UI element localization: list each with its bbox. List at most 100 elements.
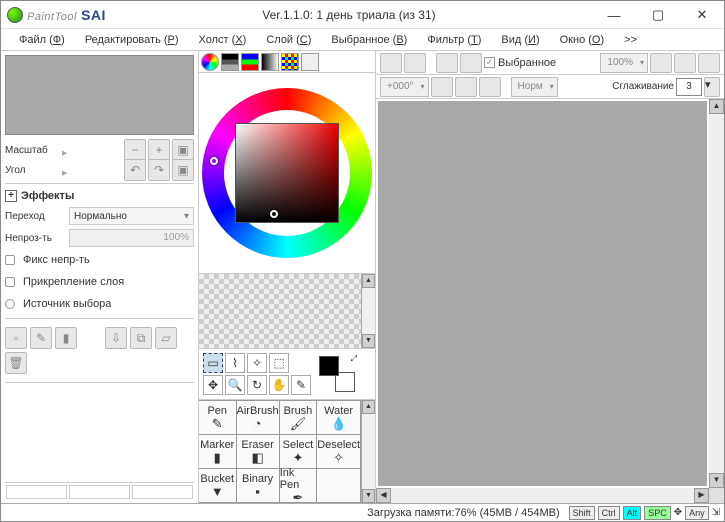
rot-reset-btn[interactable] — [479, 77, 501, 97]
ctrl-indicator: Ctrl — [598, 506, 620, 520]
sv-handle-icon[interactable] — [270, 210, 278, 218]
clip-layer-checkbox[interactable] — [5, 277, 15, 287]
canvas[interactable] — [378, 101, 707, 486]
zoom-out-button[interactable]: − — [124, 139, 146, 161]
zoom-fit-btn[interactable] — [698, 53, 720, 73]
menu-select[interactable]: Выбранное (В) — [321, 31, 417, 49]
minimize-button[interactable]: — — [592, 1, 636, 29]
zoom-reset-button[interactable]: ▣ — [172, 139, 194, 161]
brush-empty — [317, 469, 361, 503]
swap-colors-icon[interactable]: ⤢ — [351, 354, 357, 364]
select-source-radio[interactable] — [5, 299, 15, 309]
scratchpad-tab[interactable] — [301, 53, 319, 71]
layer-list[interactable] — [5, 382, 194, 483]
grayscale-tab[interactable] — [261, 53, 279, 71]
hsv-sliders-tab[interactable] — [241, 53, 259, 71]
navigator-thumbnail[interactable] — [5, 55, 194, 135]
vertical-scrollbar[interactable]: ▲▼ — [709, 99, 724, 488]
smoothing-dropdown-button[interactable]: ▾ — [704, 77, 720, 97]
brush-brush[interactable]: Brush🖌 — [280, 401, 318, 435]
smoothing-input[interactable]: 3 — [676, 78, 702, 96]
expand-icon: + — [5, 190, 17, 202]
app-title: PaintTool SAI — [27, 7, 106, 23]
rect-select-tool[interactable]: ▭ — [203, 353, 223, 373]
hue-handle-icon[interactable] — [210, 157, 218, 165]
zoom-in-button[interactable]: + — [148, 139, 170, 161]
transfer-layer-button[interactable]: ⇩ — [105, 327, 127, 349]
color-swatches[interactable]: ⤢ — [319, 356, 355, 392]
invert-select-button[interactable] — [460, 53, 482, 73]
zoom-tool[interactable]: 🔍 — [225, 375, 245, 395]
brush-bucket[interactable]: Bucket▼ — [199, 469, 237, 503]
move-tool[interactable]: ✥ — [203, 375, 223, 395]
menu-file[interactable]: Файл (Ф) — [9, 31, 75, 49]
canvas-panel: ✓Выбранное 100% +000° Норм Сглаживание 3… — [376, 51, 724, 503]
swatches-tab[interactable] — [281, 53, 299, 71]
brush-water[interactable]: Water💧 — [317, 401, 361, 435]
hand-tool[interactable]: ✋ — [269, 375, 289, 395]
deselect-button[interactable] — [436, 53, 458, 73]
rotate-ccw-button[interactable]: ↶ — [124, 159, 146, 181]
zoom-combo[interactable]: 100% — [600, 53, 648, 73]
menu-view[interactable]: Вид (И) — [491, 31, 549, 49]
zoom-out-btn[interactable] — [650, 53, 672, 73]
rotate-reset-button[interactable]: ▣ — [172, 159, 194, 181]
angle-label: Угол — [5, 165, 60, 176]
blend-mode-select[interactable]: Нормально — [69, 207, 194, 225]
foreground-color-swatch[interactable] — [319, 356, 339, 376]
brush-airbrush[interactable]: AirBrush◔ — [237, 401, 280, 435]
undo-button[interactable] — [380, 53, 402, 73]
move-selection-tool[interactable]: ⬚ — [269, 353, 289, 373]
rotation-combo[interactable]: +000° — [380, 77, 429, 97]
opacity-field[interactable]: 100% — [69, 229, 194, 247]
close-button[interactable]: ✕ — [680, 1, 724, 29]
brush-eraser[interactable]: Eraser◧ — [237, 435, 280, 469]
menu-filter[interactable]: Фильтр (Т) — [417, 31, 491, 49]
angle-indicator-icon — [62, 166, 70, 174]
eyedropper-tool[interactable]: ✎ — [291, 375, 311, 395]
new-layer-button[interactable]: ▫ — [5, 327, 27, 349]
brush-binary[interactable]: Binary▪ — [237, 469, 280, 503]
clear-layer-button[interactable]: ▱ — [155, 327, 177, 349]
scale-indicator-icon — [62, 146, 70, 154]
titlebar: PaintTool SAI Ver.1.1.0: 1 день триала (… — [1, 1, 724, 29]
menubar: Файл (Ф) Редактировать (Р) Холст (Х) Сло… — [1, 29, 724, 51]
magic-wand-tool[interactable]: ✧ — [247, 353, 267, 373]
brush-deselect[interactable]: Deselect✧ — [317, 435, 361, 469]
new-vector-layer-button[interactable]: ✎ — [30, 327, 52, 349]
rot-cw-btn[interactable] — [455, 77, 477, 97]
rotate-tool[interactable]: ↻ — [247, 375, 267, 395]
menu-canvas[interactable]: Холст (Х) — [189, 31, 257, 49]
swatch-grid[interactable] — [199, 274, 361, 348]
rot-ccw-btn[interactable] — [431, 77, 453, 97]
maximize-button[interactable]: ▢ — [636, 1, 680, 29]
brush-ink-pen[interactable]: Ink Pen✒ — [280, 469, 318, 503]
saturation-value-box[interactable] — [235, 123, 339, 223]
brush-marker[interactable]: Marker▮ — [199, 435, 237, 469]
delete-layer-button[interactable]: 🗑 — [5, 352, 27, 374]
merge-layer-button[interactable]: ⧉ — [130, 327, 152, 349]
flip-combo[interactable]: Норм — [511, 77, 558, 97]
menu-layer[interactable]: Слой (С) — [256, 31, 321, 49]
new-folder-button[interactable]: ▮ — [55, 327, 77, 349]
horizontal-scrollbar[interactable]: ◀▶ — [376, 488, 724, 503]
fix-opacity-checkbox[interactable] — [5, 255, 15, 265]
rgb-sliders-tab[interactable] — [221, 53, 239, 71]
rotate-cw-button[interactable]: ↷ — [148, 159, 170, 181]
menu-edit[interactable]: Редактировать (Р) — [75, 31, 189, 49]
swatch-scrollbar[interactable]: ▲▼ — [361, 274, 375, 348]
show-selection-checkbox[interactable]: ✓Выбранное — [484, 57, 556, 69]
lasso-tool[interactable]: ⌇ — [225, 353, 245, 373]
spc-indicator: SPC — [644, 506, 671, 520]
zoom-in-btn[interactable] — [674, 53, 696, 73]
menu-window[interactable]: Окно (О) — [550, 31, 615, 49]
color-wheel-tab[interactable] — [201, 53, 219, 71]
brush-select[interactable]: Select✦ — [280, 435, 318, 469]
brush-scrollbar[interactable]: ▲▼ — [361, 400, 375, 503]
redo-button[interactable] — [404, 53, 426, 73]
effects-header[interactable]: + Эффекты — [5, 188, 194, 204]
blend-label: Переход — [5, 211, 65, 222]
brush-pen[interactable]: Pen✎ — [199, 401, 237, 435]
menu-more[interactable]: >> — [614, 31, 647, 49]
hue-ring[interactable] — [202, 88, 372, 258]
